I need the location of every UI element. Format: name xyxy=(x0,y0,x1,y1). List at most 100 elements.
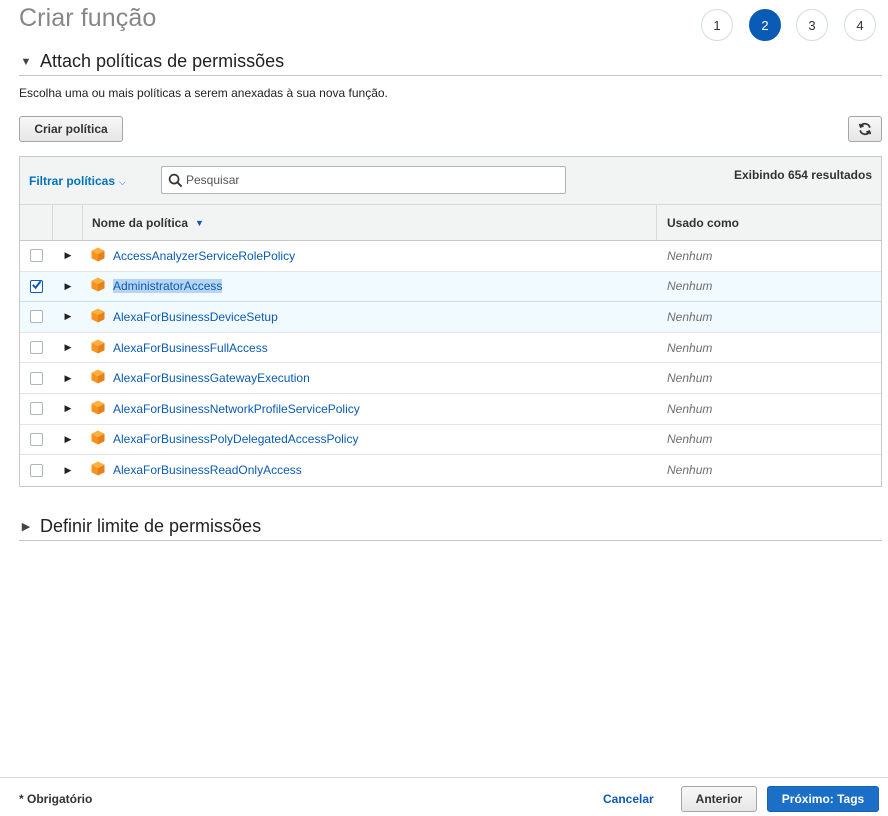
table-row[interactable]: ▶ AlexaForBusinessFullAccess Nenhum xyxy=(20,333,881,364)
used-as-column-header[interactable]: Usado como xyxy=(657,205,881,240)
aws-managed-policy-icon xyxy=(91,308,105,326)
table-row[interactable]: ▶ AlexaForBusinessReadOnlyAccess Nenhum xyxy=(20,455,881,486)
used-as-cell: Nenhum xyxy=(667,401,713,416)
row-checkbox[interactable] xyxy=(30,279,43,293)
expand-row-icon[interactable]: ▶ xyxy=(53,465,83,476)
step-1[interactable]: 1 xyxy=(701,9,733,41)
search-icon xyxy=(168,173,183,187)
policy-link[interactable]: AlexaForBusinessReadOnlyAccess xyxy=(113,463,302,477)
expand-row-icon[interactable]: ▶ xyxy=(53,250,83,261)
used-as-cell: Nenhum xyxy=(667,371,713,386)
table-row[interactable]: ▶ AlexaForBusinessDeviceSetup Nenhum xyxy=(20,302,881,333)
row-select-cell xyxy=(20,371,53,385)
policies-table: Filtrar políticas⌵ Exibindo 654 resultad… xyxy=(19,156,882,487)
required-note: * Obrigatório xyxy=(19,792,93,806)
policy-link[interactable]: AlexaForBusinessFullAccess xyxy=(113,341,268,355)
used-as-cell: Nenhum xyxy=(667,248,713,263)
aws-managed-policy-icon xyxy=(91,369,105,387)
sort-desc-icon: ▼ xyxy=(195,217,204,228)
permissions-boundary-title: Definir limite de permissões xyxy=(40,516,262,536)
expand-row-icon[interactable]: ▶ xyxy=(53,434,83,445)
refresh-button[interactable] xyxy=(848,116,882,142)
row-checkbox[interactable] xyxy=(30,249,43,263)
attach-policies-description: Escolha uma ou mais políticas a serem an… xyxy=(19,86,388,100)
page-title: Criar função xyxy=(19,4,157,32)
search-input[interactable] xyxy=(186,173,556,187)
filter-policies-label: Filtrar políticas xyxy=(29,174,116,188)
search-box[interactable] xyxy=(161,166,566,194)
aws-managed-policy-icon xyxy=(91,430,105,448)
expand-row-icon[interactable]: ▶ xyxy=(53,373,83,384)
expand-column-header xyxy=(53,205,83,240)
row-checkbox[interactable] xyxy=(30,310,43,324)
policy-name-cell: AlexaForBusinessPolyDelegatedAccessPolic… xyxy=(83,430,657,448)
table-row[interactable]: ▶ AdministratorAccess Nenhum xyxy=(20,271,881,303)
checkmark-icon xyxy=(31,279,42,293)
policy-name-cell: AlexaForBusinessReadOnlyAccess xyxy=(83,461,657,479)
permissions-boundary-section-header[interactable]: ▶ Definir limite de permissões xyxy=(19,516,882,541)
row-select-cell xyxy=(20,279,53,293)
caret-right-icon: ▶ xyxy=(21,521,31,533)
attach-policies-section-header[interactable]: ▼ Attach políticas de permissões xyxy=(19,51,882,76)
step-4[interactable]: 4 xyxy=(844,9,876,41)
policy-name-cell: AlexaForBusinessNetworkProfileServicePol… xyxy=(83,400,657,418)
used-as-cell: Nenhum xyxy=(667,309,713,324)
policy-link[interactable]: AdministratorAccess xyxy=(113,279,223,294)
chevron-down-icon: ⌵ xyxy=(119,177,126,187)
policy-name-cell: AlexaForBusinessDeviceSetup xyxy=(83,308,657,326)
filter-policies-dropdown[interactable]: Filtrar políticas ⌵ xyxy=(29,174,126,188)
expand-row-icon[interactable]: ▶ xyxy=(53,281,83,292)
refresh-icon xyxy=(858,122,872,136)
table-row[interactable]: ▶ AccessAnalyzerServiceRolePolicy Nenhum xyxy=(20,241,881,272)
policy-link[interactable]: AlexaForBusinessPolyDelegatedAccessPolic… xyxy=(113,432,358,446)
policy-link[interactable]: AlexaForBusinessNetworkProfileServicePol… xyxy=(113,402,360,416)
table-row[interactable]: ▶ AlexaForBusinessPolyDelegatedAccessPoli… xyxy=(20,425,881,456)
table-row[interactable]: ▶ AlexaForBusinessGatewayExecution Nenhum xyxy=(20,363,881,394)
used-as-cell: Nenhum xyxy=(667,279,713,294)
aws-managed-policy-icon xyxy=(91,277,105,295)
row-checkbox[interactable] xyxy=(30,463,43,477)
expand-row-icon[interactable]: ▶ xyxy=(53,403,83,414)
previous-button[interactable]: Anterior xyxy=(681,786,757,812)
step-3[interactable]: 3 xyxy=(796,9,828,41)
step-2-active[interactable]: 2 xyxy=(749,9,781,41)
row-checkbox[interactable] xyxy=(30,341,43,355)
results-count: Exibindo 654 resultados xyxy=(733,168,872,182)
used-as-cell: Nenhum xyxy=(667,463,713,478)
caret-down-icon: ▼ xyxy=(20,55,32,68)
policy-link[interactable]: AlexaForBusinessGatewayExecution xyxy=(113,371,310,385)
select-column-header xyxy=(20,205,53,240)
policy-name-header-label: Nome da política xyxy=(92,215,189,230)
row-select-cell xyxy=(20,310,53,324)
used-as-cell: Nenhum xyxy=(667,340,713,355)
policy-name-cell: AlexaForBusinessGatewayExecution xyxy=(83,369,657,387)
policy-name-column-header[interactable]: Nome da política ▼ xyxy=(83,205,657,240)
row-select-cell xyxy=(20,341,53,355)
policy-link[interactable]: AlexaForBusinessDeviceSetup xyxy=(113,310,278,324)
used-as-cell: Nenhum xyxy=(667,432,713,447)
aws-managed-policy-icon xyxy=(91,339,105,357)
expand-row-icon[interactable]: ▶ xyxy=(53,342,83,353)
create-policy-button[interactable]: Criar política xyxy=(19,116,123,142)
row-select-cell xyxy=(20,249,53,263)
table-body: ▶ AccessAnalyzerServiceRolePolicy Nenhum ▶ A… xyxy=(20,241,881,486)
next-tags-button[interactable]: Próximo: Tags xyxy=(767,786,879,812)
aws-managed-policy-icon xyxy=(91,247,105,265)
cancel-button[interactable]: Cancelar xyxy=(603,792,654,806)
row-checkbox[interactable] xyxy=(30,402,43,416)
row-select-cell xyxy=(20,463,53,477)
row-select-cell xyxy=(20,432,53,446)
policy-name-cell: AccessAnalyzerServiceRolePolicy xyxy=(83,247,657,265)
policy-name-cell: AlexaForBusinessFullAccess xyxy=(83,339,657,357)
policy-name-cell: AdministratorAccess xyxy=(83,277,657,295)
filter-bar: Filtrar políticas⌵ Exibindo 654 resultad… xyxy=(20,157,881,205)
aws-managed-policy-icon xyxy=(91,400,105,418)
footer-bar: * Obrigatório Cancelar Anterior Próximo:… xyxy=(0,777,888,816)
policy-link[interactable]: AccessAnalyzerServiceRolePolicy xyxy=(113,249,295,263)
table-row[interactable]: ▶ AlexaForBusinessNetworkProfileServicePo… xyxy=(20,394,881,425)
row-checkbox[interactable] xyxy=(30,371,43,385)
row-select-cell xyxy=(20,402,53,416)
row-checkbox[interactable] xyxy=(30,432,43,446)
attach-policies-title: Attach políticas de permissões xyxy=(40,51,285,71)
expand-row-icon[interactable]: ▶ xyxy=(53,311,83,322)
